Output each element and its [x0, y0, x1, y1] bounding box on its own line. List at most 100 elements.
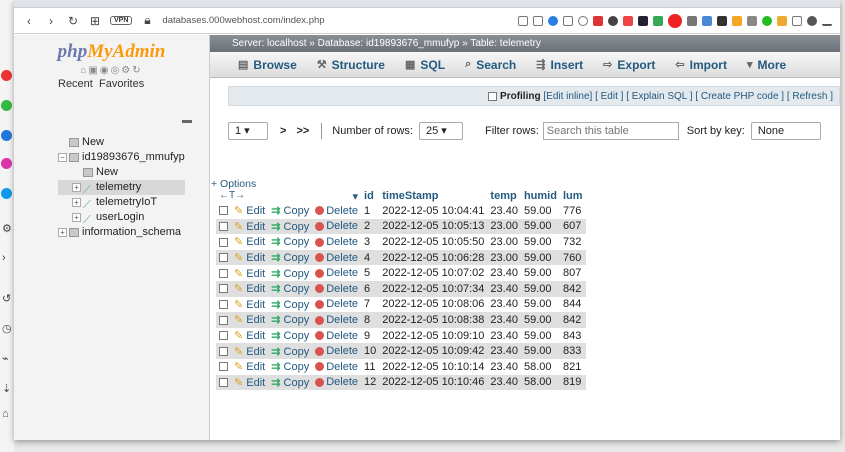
- cell-timestamp[interactable]: 2022-12-05 10:06:28: [379, 249, 488, 266]
- tab-more[interactable]: ▾ More: [737, 58, 796, 72]
- red-app-icon[interactable]: [1, 70, 12, 81]
- cell-id[interactable]: 5: [361, 265, 380, 281]
- cell-lum[interactable]: 843: [559, 327, 586, 344]
- android-icon[interactable]: [653, 15, 663, 26]
- delete-button[interactable]: Delete: [312, 234, 362, 250]
- copy-button[interactable]: ⇉ Copy: [268, 374, 313, 391]
- help-icon[interactable]: ◉: [100, 65, 111, 76]
- refresh-link[interactable]: [ Refresh ]: [787, 91, 833, 102]
- row-checkbox[interactable]: [219, 299, 228, 309]
- cell-humid[interactable]: 59.00: [520, 343, 560, 359]
- delete-button[interactable]: Delete: [312, 218, 362, 235]
- tab-structure[interactable]: ⚒ Structure: [307, 58, 395, 72]
- row-checkbox[interactable]: [219, 237, 228, 247]
- cell-timestamp[interactable]: 2022-12-05 10:05:13: [379, 218, 488, 235]
- row-checkbox[interactable]: [219, 206, 228, 216]
- row-checkbox[interactable]: [219, 362, 228, 372]
- cell-humid[interactable]: 59.00: [520, 203, 560, 219]
- delete-button[interactable]: Delete: [312, 343, 362, 359]
- column-header-lum[interactable]: lum: [559, 189, 586, 203]
- cell-temp[interactable]: 23.40: [487, 312, 521, 328]
- copy-button[interactable]: ⇉ Copy: [268, 265, 313, 281]
- vpn-badge[interactable]: VPN: [110, 16, 133, 25]
- cart-icon[interactable]: [732, 15, 742, 26]
- copy-button[interactable]: ⇉ Copy: [268, 312, 313, 328]
- cell-timestamp[interactable]: 2022-12-05 10:05:50: [379, 234, 488, 250]
- cell-temp[interactable]: 23.00: [487, 249, 521, 266]
- expand-toggle-icon[interactable]: −: [58, 153, 67, 162]
- row-checkbox[interactable]: [219, 268, 228, 278]
- cell-timestamp[interactable]: 2022-12-05 10:07:34: [379, 280, 488, 297]
- back-icon[interactable]: ‹: [22, 14, 36, 28]
- cell-timestamp[interactable]: 2022-12-05 10:08:38: [379, 312, 488, 328]
- cell-humid[interactable]: 59.00: [520, 265, 560, 281]
- cell-temp[interactable]: 23.40: [487, 280, 521, 297]
- favorites-tab[interactable]: Favorites: [99, 78, 144, 90]
- delete-button[interactable]: Delete: [312, 296, 362, 313]
- green-ext-icon[interactable]: [762, 15, 772, 26]
- edit-inline-link[interactable]: [Edit inline]: [543, 91, 592, 102]
- cell-id[interactable]: 9: [361, 327, 380, 344]
- delete-button[interactable]: Delete: [312, 280, 362, 297]
- edit-link[interactable]: [ Edit ]: [595, 91, 623, 102]
- browser-tab-strip[interactable]: [14, 0, 840, 8]
- copy-button[interactable]: ⇉ Copy: [268, 327, 313, 344]
- instagram-icon[interactable]: [1, 158, 12, 169]
- cell-id[interactable]: 10: [361, 343, 380, 359]
- row-checkbox[interactable]: [219, 331, 228, 341]
- shield-icon[interactable]: [548, 15, 558, 26]
- play-icon[interactable]: [563, 15, 573, 26]
- delete-button[interactable]: Delete: [312, 358, 362, 375]
- cell-temp[interactable]: 23.40: [487, 296, 521, 313]
- cell-timestamp[interactable]: 2022-12-05 10:10:14: [379, 358, 488, 375]
- expand-toggle-icon[interactable]: +: [72, 213, 81, 222]
- edit-button[interactable]: ✎ Edit: [231, 343, 269, 359]
- delete-button[interactable]: Delete: [312, 249, 362, 266]
- expand-toggle-icon[interactable]: +: [58, 228, 67, 237]
- cell-id[interactable]: 2: [361, 218, 380, 235]
- tab-browse[interactable]: ▤ Browse: [228, 58, 307, 72]
- cell-timestamp[interactable]: 2022-12-05 10:08:06: [379, 296, 488, 313]
- copy-button[interactable]: ⇉ Copy: [268, 249, 313, 266]
- explain-sql-link[interactable]: [ Explain SQL ]: [626, 91, 692, 102]
- cell-id[interactable]: 4: [361, 249, 380, 266]
- camera-ext-icon[interactable]: [747, 15, 757, 26]
- cell-id[interactable]: 11: [361, 358, 380, 375]
- edit-button[interactable]: ✎ Edit: [231, 203, 269, 219]
- person-icon[interactable]: [807, 15, 817, 26]
- opera-icon[interactable]: [668, 13, 682, 28]
- column-header-id[interactable]: id: [361, 189, 380, 203]
- tree-item[interactable]: + ⟋ telemetry: [58, 180, 185, 196]
- last-page-button[interactable]: >>: [296, 125, 309, 137]
- tree-item[interactable]: + ⟋ userLogin: [58, 210, 185, 226]
- cell-temp[interactable]: 23.40: [487, 374, 521, 391]
- copy-button[interactable]: ⇉ Copy: [268, 296, 313, 313]
- copy-button[interactable]: ⇉ Copy: [268, 218, 313, 235]
- vpn-ext-icon[interactable]: [608, 15, 618, 26]
- column-header-temp[interactable]: temp: [487, 189, 521, 203]
- cell-id[interactable]: 12: [361, 374, 380, 391]
- column-header-timestamp[interactable]: timeStamp: [379, 189, 488, 203]
- tab-import[interactable]: ⇦ Import: [665, 58, 737, 72]
- expand-toggle-icon[interactable]: +: [72, 183, 81, 192]
- green-app-icon[interactable]: [1, 100, 12, 111]
- shield-outline-icon[interactable]: [792, 15, 802, 26]
- cell-lum[interactable]: 776: [559, 203, 586, 219]
- pen-icon[interactable]: [777, 15, 787, 26]
- copy-button[interactable]: ⇉ Copy: [268, 203, 313, 219]
- blue-app-icon[interactable]: [1, 130, 12, 141]
- settings-icon[interactable]: ⚙: [121, 65, 132, 76]
- breadcrumb-table[interactable]: Table: telemetry: [470, 38, 541, 49]
- copy-button[interactable]: ⇉ Copy: [268, 343, 313, 359]
- cell-lum[interactable]: 842: [559, 312, 586, 328]
- row-checkbox[interactable]: [219, 221, 228, 231]
- cell-temp[interactable]: 23.40: [487, 265, 521, 281]
- filter-input[interactable]: [542, 122, 679, 140]
- cell-temp[interactable]: 23.40: [487, 343, 521, 359]
- breadcrumb-database[interactable]: Database: id19893676_mmufyp: [318, 38, 460, 49]
- edit-button[interactable]: ✎ Edit: [231, 374, 269, 391]
- cell-timestamp[interactable]: 2022-12-05 10:09:42: [379, 343, 488, 359]
- delete-button[interactable]: Delete: [312, 327, 362, 344]
- cell-timestamp[interactable]: 2022-12-05 10:07:02: [379, 265, 488, 281]
- edit-button[interactable]: ✎ Edit: [231, 265, 269, 281]
